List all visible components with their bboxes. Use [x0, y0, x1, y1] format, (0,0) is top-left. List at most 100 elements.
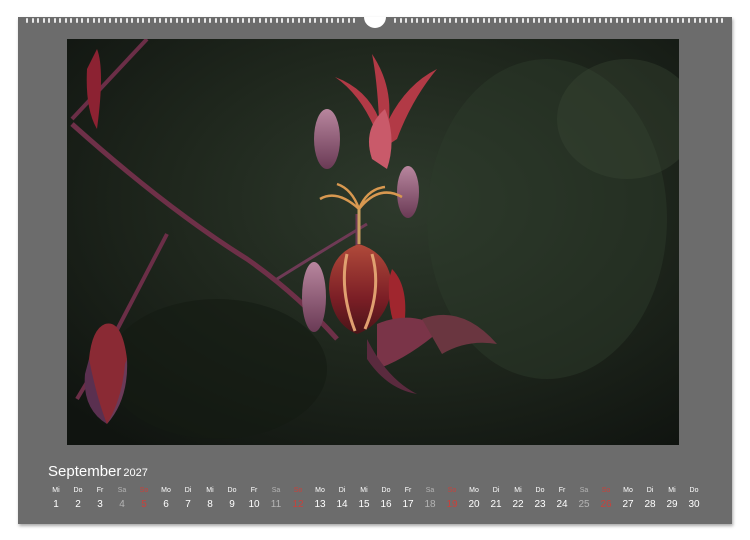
- binding-ring: [170, 18, 173, 23]
- binding-ring: [621, 18, 624, 23]
- day-cell: Mo 6: [155, 486, 177, 511]
- day-number: 26: [600, 499, 612, 510]
- day-strip: Mi 1 Do 2 Fr 3 Sa 4 So 5 Mo 6 Di 7 Mi 8 Do 9 Fr 10 Sa 11 So 12 M…: [45, 486, 705, 516]
- day-cell: Di 28: [639, 486, 661, 511]
- binding-ring: [31, 18, 34, 23]
- day-number: 10: [248, 499, 260, 510]
- weekday-abbr: Fr: [404, 487, 412, 494]
- day-number: 5: [141, 499, 147, 510]
- day-number: 16: [380, 499, 392, 510]
- binding-ring: [281, 18, 284, 23]
- day-cell: Mo 20: [463, 486, 485, 511]
- day-number: 20: [468, 499, 480, 510]
- day-cell: Di 7: [177, 486, 199, 511]
- day-number: 13: [314, 499, 326, 510]
- day-number: 8: [207, 499, 213, 510]
- binding-ring: [521, 18, 524, 23]
- binding-ring: [81, 18, 84, 23]
- binding-ring: [427, 18, 430, 23]
- day-cell: So 12: [287, 486, 309, 511]
- day-number: 21: [490, 499, 502, 510]
- binding-ring: [565, 18, 568, 23]
- binding-ring: [353, 18, 356, 23]
- day-cell: Do 9: [221, 486, 243, 511]
- year-label: 2027: [123, 467, 148, 479]
- binding-ring: [588, 18, 591, 23]
- binding-ring: [303, 18, 306, 23]
- day-cell: Mi 1: [45, 486, 67, 511]
- day-number: 11: [270, 499, 282, 510]
- weekday-abbr: So: [139, 487, 149, 494]
- day-cell: Sa 25: [573, 486, 595, 511]
- binding-ring: [405, 18, 408, 23]
- binding-ring: [704, 18, 707, 23]
- binding-ring: [175, 18, 178, 23]
- binding-ring: [98, 18, 101, 23]
- binding-ring: [488, 18, 491, 23]
- day-number: 12: [292, 499, 304, 510]
- binding-ring: [48, 18, 51, 23]
- weekday-abbr: Sa: [117, 487, 127, 494]
- day-cell: Do 2: [67, 486, 89, 511]
- binding-ring: [92, 18, 95, 23]
- binding-ring: [604, 18, 607, 23]
- binding-ring: [70, 18, 73, 23]
- binding-ring: [314, 18, 317, 23]
- binding-ring: [186, 18, 189, 23]
- weekday-abbr: So: [293, 487, 303, 494]
- day-cell: So 26: [595, 486, 617, 511]
- day-cell: Mi 15: [353, 486, 375, 511]
- binding-ring: [153, 18, 156, 23]
- flower-photo: [67, 39, 679, 445]
- day-cell: Sa 4: [111, 486, 133, 511]
- binding-ring: [270, 18, 273, 23]
- day-number: 29: [666, 499, 678, 510]
- binding-ring: [308, 18, 311, 23]
- binding-ring: [410, 18, 413, 23]
- binding-ring: [516, 18, 519, 23]
- binding-ring: [649, 18, 652, 23]
- day-number: 27: [622, 499, 634, 510]
- binding-ring: [136, 18, 139, 23]
- binding-ring: [164, 18, 167, 23]
- weekday-abbr: Do: [535, 487, 545, 494]
- binding-ring: [443, 18, 446, 23]
- binding-ring: [214, 18, 217, 23]
- binding-ring: [510, 18, 513, 23]
- day-number: 19: [446, 499, 458, 510]
- weekday-abbr: So: [447, 487, 457, 494]
- binding-ring: [643, 18, 646, 23]
- weekday-abbr: Sa: [579, 487, 589, 494]
- weekday-abbr: Do: [73, 487, 83, 494]
- binding-ring: [571, 18, 574, 23]
- day-cell: Do 23: [529, 486, 551, 511]
- day-number: 23: [534, 499, 546, 510]
- binding-ring: [499, 18, 502, 23]
- weekday-abbr: Di: [184, 487, 192, 494]
- day-number: 6: [163, 499, 169, 510]
- day-number: 18: [424, 499, 436, 510]
- binding-ring: [109, 18, 112, 23]
- binding-ring: [626, 18, 629, 23]
- binding-ring: [197, 18, 200, 23]
- binding-ring: [416, 18, 419, 23]
- weekday-abbr: Di: [646, 487, 654, 494]
- binding-ring: [466, 18, 469, 23]
- binding-ring: [493, 18, 496, 23]
- binding-ring: [231, 18, 234, 23]
- day-cell: So 19: [441, 486, 463, 511]
- binding-ring: [477, 18, 480, 23]
- day-number: 7: [185, 499, 191, 510]
- day-cell: Sa 11: [265, 486, 287, 511]
- weekday-abbr: Fr: [250, 487, 258, 494]
- binding-ring: [26, 18, 28, 23]
- binding-ring: [242, 18, 245, 23]
- binding-ring: [715, 18, 718, 23]
- binding-ring: [577, 18, 580, 23]
- binding-ring: [264, 18, 267, 23]
- binding-ring: [610, 18, 613, 23]
- binding-ring: [236, 18, 239, 23]
- binding-ring: [471, 18, 474, 23]
- binding-ring: [504, 18, 507, 23]
- day-number: 4: [119, 499, 125, 510]
